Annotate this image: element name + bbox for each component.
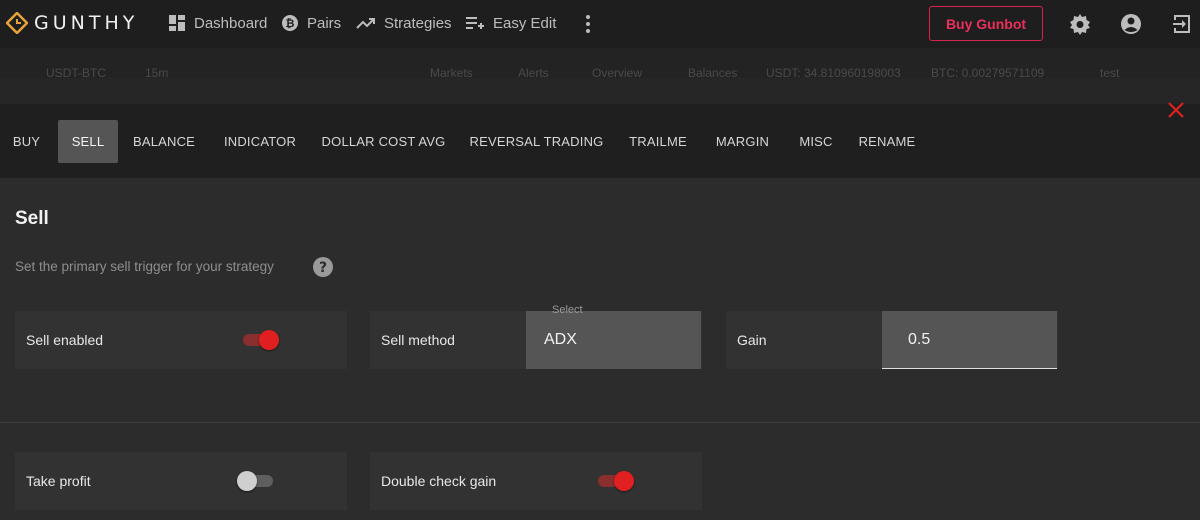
tab-buy[interactable]: BUY xyxy=(2,120,51,163)
gain-label: Gain xyxy=(737,332,767,348)
double-check-gain-toggle[interactable] xyxy=(596,471,636,491)
logout-icon[interactable] xyxy=(1170,12,1194,36)
account-circle-icon[interactable] xyxy=(1119,12,1143,36)
tab-reversal-trading[interactable]: REVERSAL TRADING xyxy=(462,120,611,163)
section-title: Sell xyxy=(15,208,49,229)
tab-dollar-cost-avg[interactable]: DOLLAR COST AVG xyxy=(317,120,450,163)
brand-name: GUNTHY xyxy=(34,12,139,34)
top-bar: GUNTHY Dashboard ₿ Pairs Strategies Easy… xyxy=(0,0,1200,48)
tab-balance[interactable]: BALANCE xyxy=(124,120,204,163)
trending-up-icon xyxy=(356,18,375,29)
tab-margin[interactable]: MARGIN xyxy=(707,120,778,163)
close-icon[interactable] xyxy=(1166,100,1186,120)
playlist-add-icon xyxy=(466,17,484,29)
double-check-gain-setting: Double check gain xyxy=(370,452,702,510)
toggle-knob xyxy=(237,471,257,491)
tab-rename[interactable]: RENAME xyxy=(851,120,923,163)
gain-input[interactable]: 0.5 xyxy=(882,311,1057,369)
toggle-knob xyxy=(614,471,634,491)
bitcoin-icon: ₿ xyxy=(282,15,298,31)
nav-dashboard-label: Dashboard xyxy=(194,14,268,32)
sell-method-label: Sell method xyxy=(381,332,455,348)
nav-easy-edit[interactable]: Easy Edit xyxy=(465,14,556,32)
section-divider xyxy=(0,422,1200,423)
brand[interactable]: GUNTHY xyxy=(6,12,138,34)
nav-pairs-label: Pairs xyxy=(307,14,342,32)
tab-trailme[interactable]: TRAILME xyxy=(622,120,694,163)
tab-indicator[interactable]: INDICATOR xyxy=(214,120,306,163)
take-profit-toggle[interactable] xyxy=(237,471,277,491)
settings-tabs: BUY SELL BALANCE INDICATOR DOLLAR COST A… xyxy=(0,104,1200,178)
dashboard-icon xyxy=(169,15,185,31)
sell-method-select[interactable]: ADX xyxy=(526,311,701,369)
gain-value: 0.5 xyxy=(908,331,931,348)
take-profit-label: Take profit xyxy=(26,473,91,489)
help-icon[interactable]: ? xyxy=(313,257,333,277)
settings-gear-icon[interactable] xyxy=(1068,12,1092,36)
nav-pairs[interactable]: ₿ Pairs xyxy=(281,14,341,32)
sell-enabled-label: Sell enabled xyxy=(26,332,104,348)
sell-method-value: ADX xyxy=(544,331,577,348)
take-profit-setting: Take profit xyxy=(15,452,347,510)
sell-method-select-caption: Select xyxy=(552,304,583,316)
more-vert-icon[interactable] xyxy=(580,12,596,36)
toggle-knob xyxy=(259,330,279,350)
buy-gunbot-button[interactable]: Buy Gunbot xyxy=(929,6,1043,41)
nav-strategies-label: Strategies xyxy=(384,14,452,32)
sell-enabled-setting: Sell enabled xyxy=(15,311,347,369)
gunthy-logo-icon xyxy=(6,12,28,34)
nav-strategies[interactable]: Strategies xyxy=(356,14,452,32)
tab-sell[interactable]: SELL xyxy=(58,120,118,163)
double-check-gain-label: Double check gain xyxy=(381,473,497,489)
nav-easy-edit-label: Easy Edit xyxy=(493,14,557,32)
sell-method-setting: Sell method ADX xyxy=(370,311,702,369)
nav-dashboard[interactable]: Dashboard xyxy=(168,14,267,32)
gain-setting: Gain 0.5 xyxy=(726,311,1058,369)
section-description: Set the primary sell trigger for your st… xyxy=(15,259,274,274)
svg-text:₿: ₿ xyxy=(286,17,295,30)
tab-misc[interactable]: MISC xyxy=(790,120,842,163)
dialog-backdrop xyxy=(0,78,1200,104)
sell-enabled-toggle[interactable] xyxy=(241,330,281,350)
svg-text:?: ? xyxy=(319,260,327,276)
